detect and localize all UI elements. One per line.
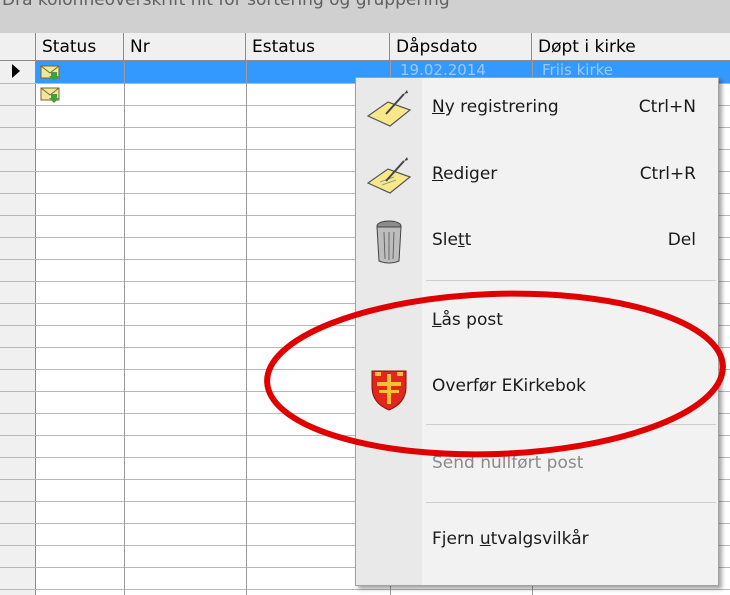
highlight-oval-annotation xyxy=(264,290,726,458)
